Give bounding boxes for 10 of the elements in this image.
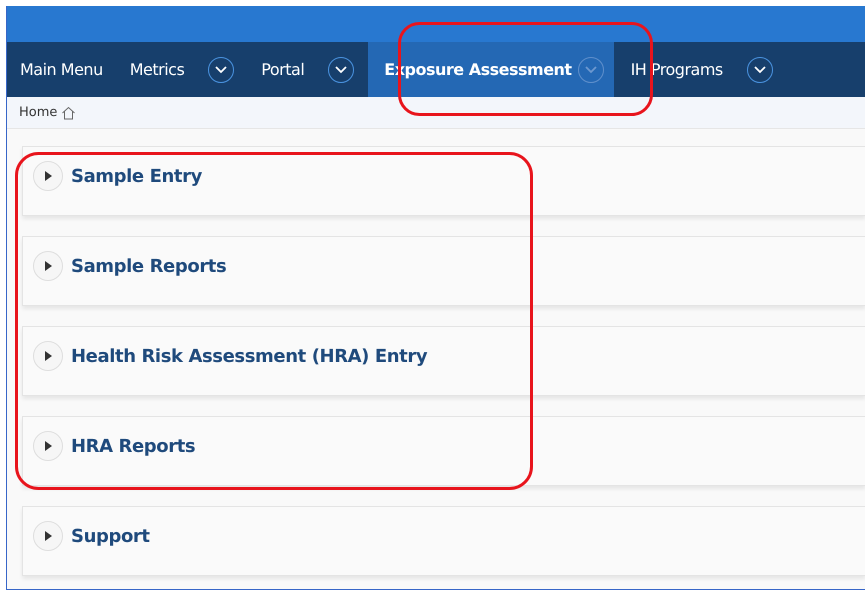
region-title: Health Risk Assessment (HRA) Entry: [71, 346, 428, 366]
nav-link[interactable]: Portal: [261, 60, 304, 79]
region-title: HRA Reports: [71, 436, 196, 456]
nav-link[interactable]: Metrics: [130, 60, 184, 79]
nav-link[interactable]: Main Menu: [20, 60, 103, 79]
breadcrumb-link[interactable]: Home: [19, 105, 58, 120]
region-title: Support: [71, 526, 150, 546]
region-title: Sample Reports: [71, 256, 226, 276]
region-title: Sample Entry: [71, 166, 202, 186]
nav-link[interactable]: IH Programs: [630, 60, 723, 79]
